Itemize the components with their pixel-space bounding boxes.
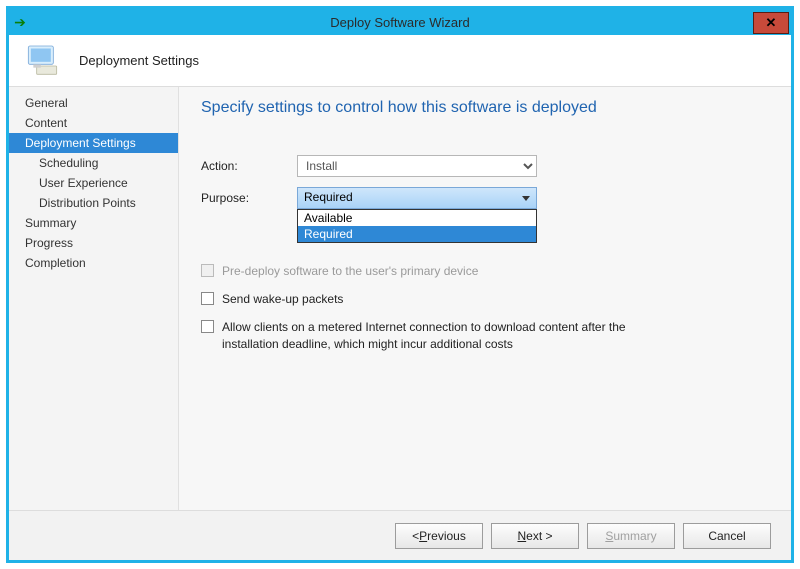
- action-dropdown[interactable]: Install: [297, 155, 537, 177]
- instruction-heading: Specify settings to control how this sof…: [201, 99, 765, 117]
- purpose-option-available[interactable]: Available: [298, 210, 536, 226]
- nav-deployment-settings[interactable]: Deployment Settings: [9, 133, 178, 153]
- nav-user-experience[interactable]: User Experience: [9, 173, 178, 193]
- close-icon: ✕: [766, 15, 777, 31]
- metered-label: Allow clients on a metered Internet conn…: [222, 319, 642, 351]
- nav-content[interactable]: Content: [9, 113, 178, 133]
- predeploy-label: Pre-deploy software to the user's primar…: [222, 263, 478, 279]
- title-bar: ➔ Deploy Software Wizard ✕: [9, 9, 791, 35]
- page-title: Deployment Settings: [79, 53, 199, 68]
- wizard-header: Deployment Settings: [9, 35, 791, 87]
- summary-button: Summary: [587, 523, 675, 549]
- wizard-window: ➔ Deploy Software Wizard ✕ Deployment Se…: [6, 6, 794, 563]
- metered-checkbox[interactable]: [201, 320, 214, 333]
- previous-button[interactable]: < Previous: [395, 523, 483, 549]
- nav-distribution-points[interactable]: Distribution Points: [9, 193, 178, 213]
- nav-scheduling[interactable]: Scheduling: [9, 153, 178, 173]
- nav-progress[interactable]: Progress: [9, 233, 178, 253]
- nav-completion[interactable]: Completion: [9, 253, 178, 273]
- nav-summary[interactable]: Summary: [9, 213, 178, 233]
- wizard-nav: General Content Deployment Settings Sche…: [9, 87, 179, 510]
- close-button[interactable]: ✕: [753, 12, 789, 34]
- purpose-dropdown[interactable]: Required: [297, 187, 537, 209]
- wakeup-checkbox[interactable]: [201, 292, 214, 305]
- wakeup-label: Send wake-up packets: [222, 291, 343, 307]
- wizard-content: Specify settings to control how this sof…: [179, 87, 791, 510]
- wizard-body: General Content Deployment Settings Sche…: [9, 87, 791, 510]
- next-button[interactable]: Next >: [491, 523, 579, 549]
- metered-checkbox-row: Allow clients on a metered Internet conn…: [201, 319, 765, 351]
- purpose-option-required[interactable]: Required: [298, 226, 536, 242]
- wakeup-checkbox-row: Send wake-up packets: [201, 291, 765, 307]
- title-bar-app-icon: ➔: [9, 14, 31, 31]
- computer-icon: [25, 43, 65, 79]
- purpose-dropdown-list: Available Required: [297, 209, 537, 243]
- window-title: Deploy Software Wizard: [9, 15, 791, 30]
- nav-general[interactable]: General: [9, 93, 178, 113]
- action-label: Action:: [201, 159, 297, 173]
- predeploy-checkbox: [201, 264, 214, 277]
- cancel-button[interactable]: Cancel: [683, 523, 771, 549]
- predeploy-checkbox-row: Pre-deploy software to the user's primar…: [201, 263, 765, 279]
- wizard-footer: < Previous Next > Summary Cancel: [9, 510, 791, 560]
- purpose-label: Purpose:: [201, 191, 297, 205]
